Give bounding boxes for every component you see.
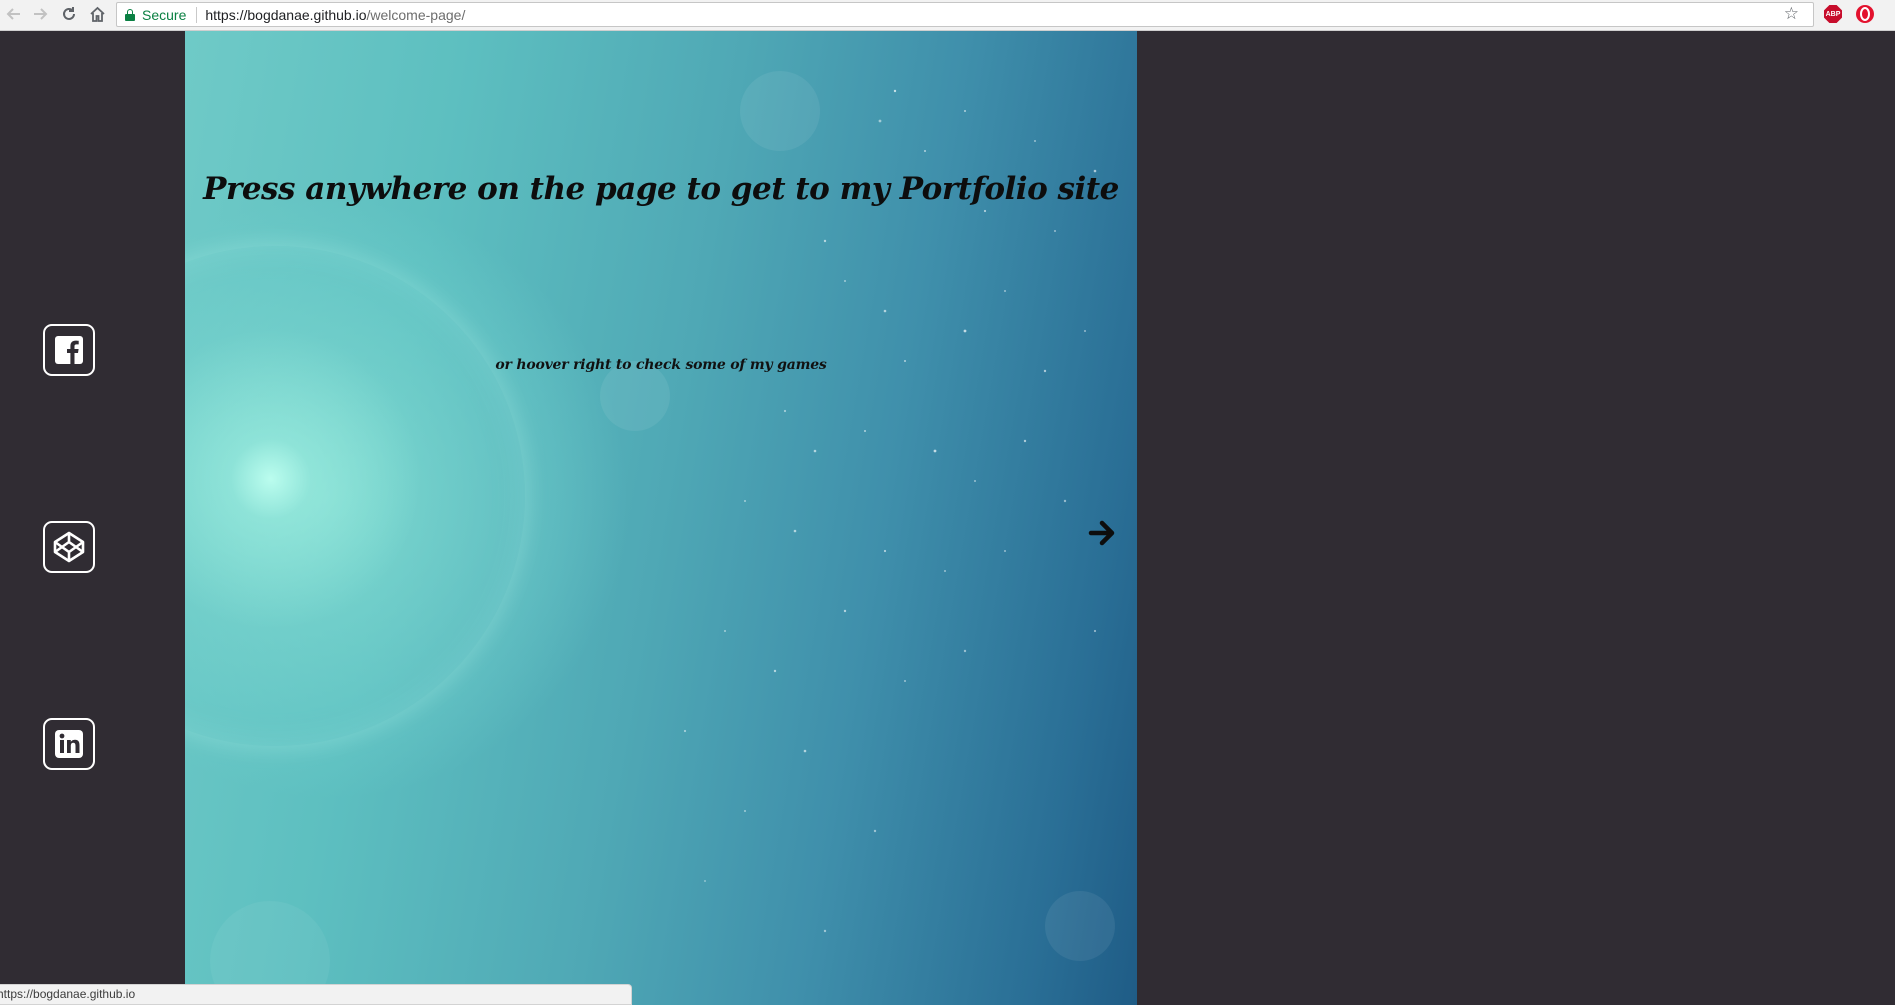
adblock-plus-icon[interactable]: ABP	[1824, 5, 1842, 23]
hero-subtitle: or hoover right to check some of my game…	[495, 357, 827, 373]
codepen-link[interactable]	[43, 521, 95, 573]
back-arrow-icon[interactable]	[3, 3, 25, 25]
url-host: https://bogdanae.github.io	[205, 6, 367, 23]
secure-label: Secure	[142, 6, 187, 23]
reload-icon[interactable]	[58, 3, 80, 25]
codepen-icon	[53, 531, 85, 563]
facebook-icon	[55, 336, 83, 364]
status-bar: https://bogdanae.github.io	[0, 984, 632, 1005]
arrow-right-icon[interactable]	[1088, 518, 1118, 548]
omnibox-separator	[196, 6, 198, 23]
linkedin-icon	[55, 730, 83, 758]
browser-toolbar: Secure https://bogdanae.github.io/welcom…	[0, 0, 1895, 31]
hero-panel[interactable]: Press anywhere on the page to get to my …	[185, 31, 1137, 1005]
lock-icon	[125, 8, 135, 21]
hero-title: Press anywhere on the page to get to my …	[203, 171, 1119, 207]
adblock-plus-label: ABP	[1825, 10, 1841, 18]
linkedin-link[interactable]	[43, 718, 95, 770]
opera-icon[interactable]	[1856, 5, 1874, 23]
home-icon[interactable]	[86, 3, 108, 25]
url-path: /welcome-page/	[366, 6, 466, 23]
address-bar[interactable]: Secure https://bogdanae.github.io/welcom…	[116, 2, 1814, 27]
forward-arrow-icon[interactable]	[29, 3, 51, 25]
star-icon[interactable]: ☆	[1784, 4, 1799, 24]
page: Press anywhere on the page to get to my …	[0, 31, 1895, 1005]
facebook-link[interactable]	[43, 324, 95, 376]
